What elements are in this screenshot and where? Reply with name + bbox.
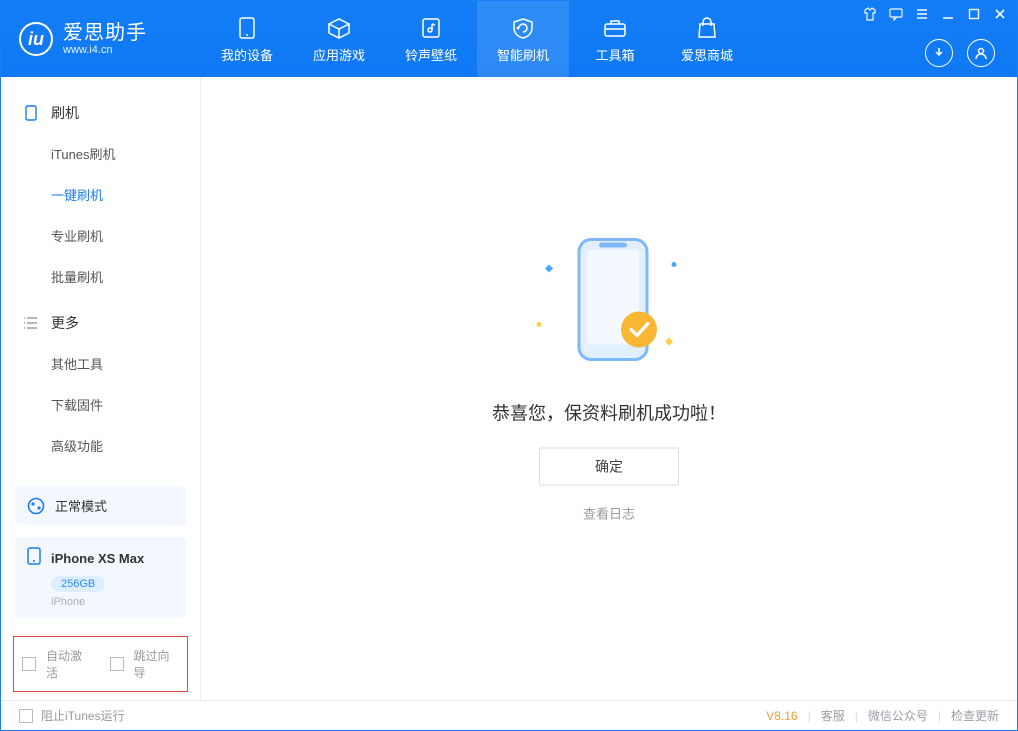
phone-outline-icon [27,547,41,570]
sidebar-item-pro-flash[interactable]: 专业刷机 [1,215,200,256]
footer: 阻止iTunes运行 V8.16 | 客服 | 微信公众号 | 检查更新 [1,700,1017,730]
result-panel: 恭喜您，保资料刷机成功啦！ 确定 查看日志 [492,230,726,523]
main-content: 恭喜您，保资料刷机成功啦！ 确定 查看日志 [201,77,1017,700]
sidebar-group-more: 更多 [1,303,200,343]
success-illustration-icon [519,230,699,380]
header-right [925,39,995,67]
shopping-bag-icon [697,15,717,41]
sidebar-item-other-tools[interactable]: 其他工具 [1,343,200,384]
account-button[interactable] [967,39,995,67]
sidebar-item-batch-flash[interactable]: 批量刷机 [1,256,200,297]
footer-block-itunes-label: 阻止iTunes运行 [41,707,125,724]
confirm-button[interactable]: 确定 [539,448,679,486]
sidebar-group-label: 刷机 [51,103,79,123]
body: 刷机 iTunes刷机 一键刷机 专业刷机 批量刷机 更多 其他工具 下载固件 … [1,77,1017,700]
device-type: iPhone [51,596,174,608]
checkbox-skip-guide[interactable] [110,657,124,671]
tab-apps-games[interactable]: 应用游戏 [293,1,385,77]
feedback-icon[interactable] [889,7,903,21]
sidebar-item-itunes-flash[interactable]: iTunes刷机 [1,133,200,174]
sidebar-group-label: 更多 [51,313,79,333]
brand: iu 爱思助手 www.i4.cn [1,1,201,77]
minimize-button[interactable] [941,7,955,21]
brand-title: 爱思助手 [63,22,147,44]
device-icon [23,105,39,121]
close-button[interactable] [993,7,1007,21]
device-capacity: 256GB [51,576,105,592]
brand-text: 爱思助手 www.i4.cn [63,22,147,57]
success-message: 恭喜您，保资料刷机成功啦！ [492,400,726,426]
device-card[interactable]: iPhone XS Max 256GB iPhone [15,537,186,618]
music-file-icon [421,15,441,41]
device-name: iPhone XS Max [51,551,144,566]
toolbox-icon [603,15,627,41]
checkbox-auto-activate[interactable] [22,657,36,671]
window-controls [863,7,1007,21]
tab-smart-flash[interactable]: 智能刷机 [477,1,569,77]
maximize-button[interactable] [967,7,981,21]
checkbox-label: 跳过向导 [134,647,180,681]
tab-store[interactable]: 爱思商城 [661,1,753,77]
header: iu 爱思助手 www.i4.cn 我的设备 应用游戏 铃声壁纸 智能刷机 [1,1,1017,77]
cube-icon [327,15,351,41]
sidebar-item-oneclick-flash[interactable]: 一键刷机 [1,174,200,215]
sidebar-foot-options: 自动激活 跳过向导 [13,636,188,692]
checkbox-block-itunes[interactable] [19,709,33,723]
sidebar: 刷机 iTunes刷机 一键刷机 专业刷机 批量刷机 更多 其他工具 下载固件 … [1,77,201,700]
view-log-link[interactable]: 查看日志 [583,504,635,523]
tab-label: 爱思商城 [681,45,733,64]
footer-link-update[interactable]: 检查更新 [951,707,999,724]
refresh-shield-icon [512,15,534,41]
menu-icon[interactable] [915,7,929,21]
checkbox-label: 自动激活 [46,647,92,681]
footer-link-wechat[interactable]: 微信公众号 [868,707,928,724]
mode-card[interactable]: 正常模式 [15,486,186,525]
download-button[interactable] [925,39,953,67]
tab-ringtones-wallpapers[interactable]: 铃声壁纸 [385,1,477,77]
footer-link-support[interactable]: 客服 [821,707,845,724]
tab-my-device[interactable]: 我的设备 [201,1,293,77]
phone-icon [239,15,255,41]
brand-logo-icon: iu [19,22,53,56]
brand-url: www.i4.cn [63,44,147,57]
tab-label: 铃声壁纸 [405,45,457,64]
version-label: V8.16 [766,709,797,723]
tab-toolbox[interactable]: 工具箱 [569,1,661,77]
tab-label: 工具箱 [595,45,634,64]
skin-icon[interactable] [863,7,877,21]
sidebar-item-download-firmware[interactable]: 下载固件 [1,384,200,425]
tab-label: 智能刷机 [497,45,549,64]
header-tabs: 我的设备 应用游戏 铃声壁纸 智能刷机 工具箱 爱思商城 [201,1,753,77]
mode-label: 正常模式 [55,496,107,515]
list-icon [23,315,39,331]
sidebar-group-flash: 刷机 [1,93,200,133]
sidebar-item-advanced[interactable]: 高级功能 [1,425,200,466]
tab-label: 应用游戏 [313,45,365,64]
mode-icon [27,497,45,515]
tab-label: 我的设备 [221,45,273,64]
app-window: iu 爱思助手 www.i4.cn 我的设备 应用游戏 铃声壁纸 智能刷机 [0,0,1018,731]
